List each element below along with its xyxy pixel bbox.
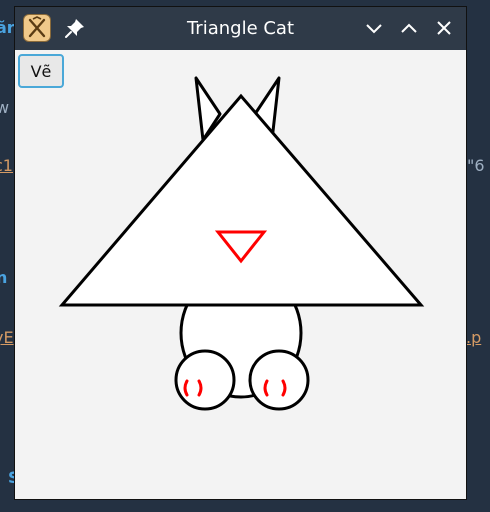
cat-head bbox=[58, 93, 425, 307]
cat-left-paw bbox=[174, 349, 236, 411]
background-fragment: "6 bbox=[467, 156, 485, 175]
app-window: Triangle Cat Vẽ bbox=[14, 6, 467, 500]
background-fragment: yE bbox=[0, 328, 14, 347]
background-fragment: ăr bbox=[0, 18, 15, 37]
background-fragment: n bbox=[0, 268, 8, 287]
background-fragment: w bbox=[0, 98, 10, 117]
cat-right-paw bbox=[248, 349, 310, 411]
background-fragment: .p bbox=[466, 328, 482, 347]
background-fragment: c1 bbox=[0, 156, 13, 175]
drawing-canvas bbox=[58, 76, 425, 411]
